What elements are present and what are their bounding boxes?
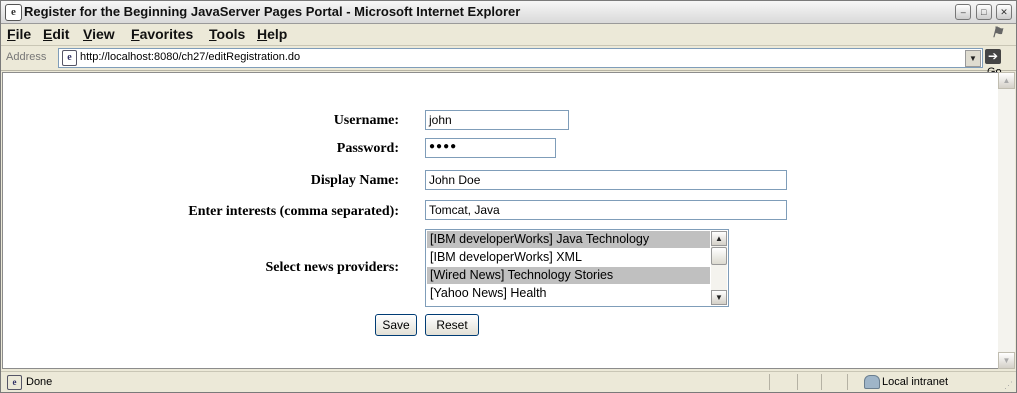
menu-view[interactable]: View xyxy=(83,26,115,42)
window-title: Register for the Beginning JavaServer Pa… xyxy=(24,4,521,19)
display-name-field[interactable]: John Doe xyxy=(425,170,787,190)
menu-bar: File Edit View Favorites Tools Help ⚑ xyxy=(1,24,1016,46)
address-label: Address xyxy=(6,51,47,63)
menu-file[interactable]: File xyxy=(7,26,31,42)
close-icon[interactable]: ✕ xyxy=(996,4,1012,20)
status-bar: e Done Local intranet ⋰ xyxy=(1,371,1016,392)
interests-field[interactable]: Tomcat, Java xyxy=(425,200,787,220)
maximize-icon[interactable]: □ xyxy=(975,4,992,20)
resize-grip-icon[interactable]: ⋰ xyxy=(1004,380,1013,391)
scroll-thumb[interactable] xyxy=(711,247,727,265)
address-bar: Address e http://localhost:8080/ch27/edi… xyxy=(1,46,1016,78)
news-providers-label: Select news providers: xyxy=(265,260,400,275)
news-option[interactable]: [IBM developerWorks] Java Technology xyxy=(427,231,710,248)
menu-favorites[interactable]: Favorites xyxy=(131,26,193,42)
status-page-icon: e xyxy=(7,375,22,390)
scroll-down-icon[interactable]: ▼ xyxy=(711,290,727,305)
save-button[interactable]: Save xyxy=(375,314,417,336)
news-providers-listbox[interactable]: [IBM developerWorks] Java Technology [IB… xyxy=(425,229,729,307)
username-label: Username: xyxy=(333,113,399,128)
status-text: Done xyxy=(26,376,53,388)
scroll-up-icon[interactable]: ▲ xyxy=(711,231,727,246)
go-arrow-icon[interactable]: ➔ xyxy=(985,49,1001,65)
intranet-zone-icon xyxy=(864,375,880,389)
address-dropdown-icon[interactable]: ▼ xyxy=(965,50,981,67)
menu-edit[interactable]: Edit xyxy=(43,26,69,42)
menu-tools[interactable]: Tools xyxy=(209,26,245,42)
page-icon: e xyxy=(62,50,77,66)
window-controls: – □ ✕ xyxy=(954,4,1012,20)
display-name-label: Display Name: xyxy=(310,173,399,188)
status-divider xyxy=(847,374,848,390)
status-divider xyxy=(769,374,770,390)
news-option[interactable]: [Wired News] Technology Stories xyxy=(427,267,710,284)
address-input[interactable]: e http://localhost:8080/ch27/editRegistr… xyxy=(58,48,983,68)
page-content: Username: john Password: ●●●● Display Na… xyxy=(2,72,999,369)
page-scrollbar[interactable]: ▲ ▼ xyxy=(998,72,1015,369)
security-zone: Local intranet xyxy=(882,376,949,388)
page-scroll-down-icon[interactable]: ▼ xyxy=(998,352,1015,369)
username-field[interactable]: john xyxy=(425,110,569,130)
menu-help[interactable]: Help xyxy=(257,26,287,42)
reset-button[interactable]: Reset xyxy=(425,314,479,336)
status-divider xyxy=(821,374,822,390)
password-label: Password: xyxy=(336,141,399,156)
interests-label: Enter interests (comma separated): xyxy=(188,204,399,219)
minimize-icon[interactable]: – xyxy=(955,4,972,20)
ie-icon: e xyxy=(5,4,22,21)
news-option[interactable]: [Yahoo News] Health xyxy=(427,285,710,302)
page-scroll-up-icon[interactable]: ▲ xyxy=(998,72,1015,89)
windows-logo-icon: ⚑ xyxy=(990,26,1004,41)
listbox-scrollbar[interactable]: ▲ ▼ xyxy=(711,231,727,305)
password-field[interactable]: ●●●● xyxy=(425,138,556,158)
browser-window: e Register for the Beginning JavaServer … xyxy=(0,0,1017,393)
address-url[interactable]: http://localhost:8080/ch27/editRegistrat… xyxy=(80,51,300,63)
title-bar: e Register for the Beginning JavaServer … xyxy=(1,1,1016,24)
status-divider xyxy=(797,374,798,390)
news-option[interactable]: [IBM developerWorks] XML xyxy=(427,249,710,266)
